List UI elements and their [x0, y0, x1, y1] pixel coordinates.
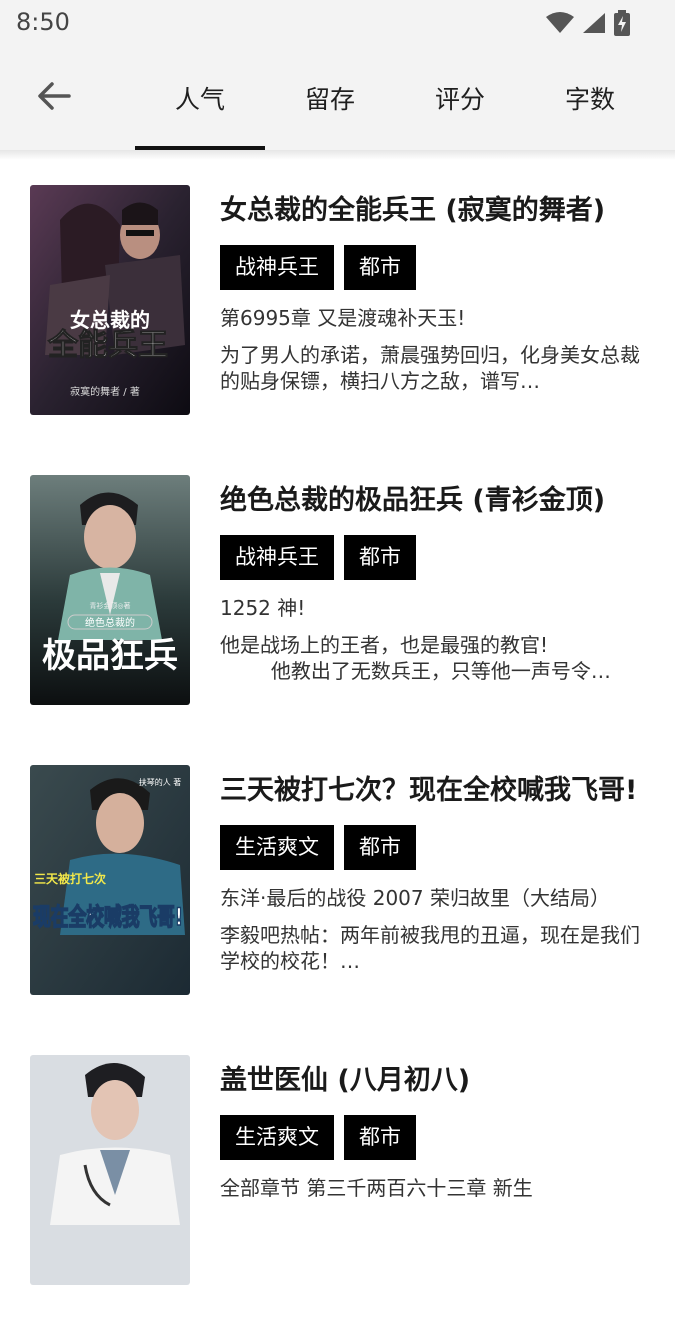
- book-item[interactable]: 盖世医仙 (八月初八) 生活爽文 都市 全部章节 第三千两百六十三章 新生: [0, 1030, 675, 1320]
- book-tag[interactable]: 都市: [344, 825, 416, 870]
- book-item[interactable]: 女总裁的 全能兵王 寂寞的舞者 / 著 女总裁的全能兵王 (寂寞的舞者) 战神兵…: [0, 160, 675, 450]
- book-cover-image: 女总裁的 全能兵王 寂寞的舞者 / 著: [30, 185, 190, 415]
- book-cover: [30, 1055, 190, 1285]
- top-tab-bar: 人气 留存 评分 字数: [0, 46, 675, 150]
- book-item[interactable]: 扶琴的人 著 三天被打七次 现在全校喊我飞哥! 三天被打七次？现在全校喊我飞哥!…: [0, 740, 675, 1030]
- book-title: 盖世医仙 (八月初八): [220, 1065, 471, 1096]
- book-title: 女总裁的全能兵王 (寂寞的舞者): [220, 195, 606, 226]
- battery-charging-icon: [614, 10, 630, 36]
- svg-text:寂寞的舞者 / 著: 寂寞的舞者 / 著: [70, 385, 140, 398]
- book-title: 三天被打七次？现在全校喊我飞哥!: [220, 775, 638, 806]
- book-cover: 女总裁的 全能兵王 寂寞的舞者 / 著: [30, 185, 190, 415]
- svg-text:扶琴的人 著: 扶琴的人 著: [139, 777, 182, 787]
- book-item[interactable]: 青衫金顶◎著 绝色总裁的 极品狂兵 绝色总裁的极品狂兵 (青衫金顶) 战神兵王 …: [0, 450, 675, 740]
- book-tags: 战神兵王 都市: [220, 535, 416, 580]
- latest-chapter: 1252 神!: [220, 596, 306, 620]
- svg-text:现在全校喊我飞哥!: 现在全校喊我飞哥!: [33, 903, 183, 931]
- book-description: 为了男人的承诺，萧晨强势回归，化身美女总裁的贴身保镖，横扫八方之敌，谱写…: [220, 343, 640, 393]
- book-description: 他是战场上的王者，也是最强的教官! 他教出了无数兵王，只等他一声号令…: [220, 633, 611, 683]
- svg-text:全能兵王: 全能兵王: [47, 328, 168, 363]
- book-tag[interactable]: 生活爽文: [220, 825, 334, 870]
- book-tags: 生活爽文 都市: [220, 1115, 416, 1160]
- book-cover-image: 青衫金顶◎著 绝色总裁的 极品狂兵: [30, 475, 190, 705]
- signal-icon: [583, 13, 605, 33]
- header-shadow: [0, 150, 675, 160]
- latest-chapter: 东洋·最后的战役 2007 荣归故里（大结局）: [220, 886, 610, 910]
- wifi-icon: [546, 12, 574, 33]
- latest-chapter: 全部章节 第三千两百六十三章 新生: [220, 1176, 533, 1200]
- book-tags: 战神兵王 都市: [220, 245, 416, 290]
- back-button[interactable]: [34, 76, 74, 116]
- tab-retention[interactable]: 留存: [265, 46, 395, 150]
- tab-popularity[interactable]: 人气: [135, 46, 265, 150]
- tab-word-count[interactable]: 字数: [525, 46, 655, 150]
- tab-rating[interactable]: 评分: [395, 46, 525, 150]
- book-cover-image: 扶琴的人 著 三天被打七次 现在全校喊我飞哥!: [30, 765, 190, 995]
- book-tag[interactable]: 都市: [344, 1115, 416, 1160]
- svg-text:三天被打七次: 三天被打七次: [34, 871, 106, 886]
- svg-text:极品狂兵: 极品狂兵: [42, 636, 178, 676]
- book-tag[interactable]: 生活爽文: [220, 1115, 334, 1160]
- status-icons: [545, 10, 631, 36]
- book-tags: 生活爽文 都市: [220, 825, 416, 870]
- status-bar: 8:50: [0, 0, 675, 46]
- book-tag[interactable]: 战神兵王: [220, 245, 334, 290]
- book-cover: 青衫金顶◎著 绝色总裁的 极品狂兵: [30, 475, 190, 705]
- book-tag[interactable]: 都市: [344, 535, 416, 580]
- book-description: 李毅吧热帖：两年前被我甩的丑逼，现在是我们学校的校花！…: [220, 923, 640, 973]
- book-cover: 扶琴的人 著 三天被打七次 现在全校喊我飞哥!: [30, 765, 190, 995]
- latest-chapter: 第6995章 又是渡魂补天玉!: [220, 306, 466, 330]
- book-tag[interactable]: 战神兵王: [220, 535, 334, 580]
- arrow-left-icon: [38, 82, 71, 110]
- svg-text:青衫金顶◎著: 青衫金顶◎著: [89, 601, 130, 610]
- book-title: 绝色总裁的极品狂兵 (青衫金顶): [220, 485, 606, 516]
- book-cover-image: [30, 1055, 190, 1285]
- status-time: 8:50: [16, 8, 70, 36]
- svg-text:绝色总裁的: 绝色总裁的: [85, 616, 135, 629]
- book-tag[interactable]: 都市: [344, 245, 416, 290]
